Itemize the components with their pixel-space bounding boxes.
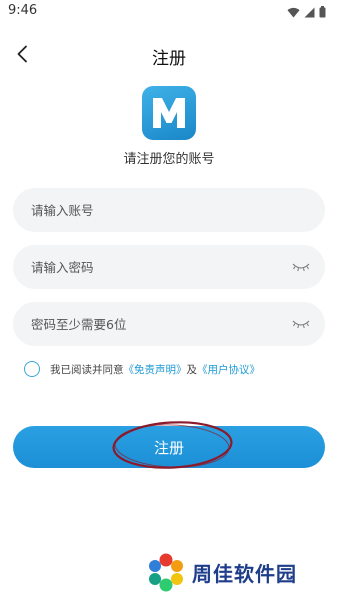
pinwheel-logo-icon (149, 553, 183, 592)
disclaimer-link[interactable]: 《免责声明》 (124, 364, 187, 376)
agreement-text: 我已阅读并同意《免责声明》及《用户协议》 (50, 362, 260, 377)
cellular-signal-icon (304, 7, 315, 17)
wifi-icon (287, 7, 300, 18)
app-logo (142, 86, 196, 140)
register-button[interactable]: 注册 (13, 426, 325, 468)
subtitle: 请注册您的账号 (123, 152, 215, 167)
status-time: 9:46 (8, 3, 38, 18)
account-field (13, 188, 325, 232)
confirm-password-field (13, 302, 325, 346)
register-button-label: 注册 (153, 439, 184, 457)
agreement-conjunction: 及 (186, 363, 198, 376)
page-title: 注册 (152, 49, 186, 69)
m-logo-icon (153, 98, 185, 128)
nav-bar: 注册 (0, 36, 338, 72)
status-bar: 9:46 (0, 0, 338, 26)
status-icons (287, 6, 326, 18)
confirm-password-input[interactable] (31, 302, 271, 346)
agreement-prefix: 我已阅读并同意 (50, 363, 124, 376)
user-agreement-link[interactable]: 《用户协议》 (197, 364, 260, 376)
battery-icon (319, 6, 326, 18)
eye-closed-icon[interactable] (291, 318, 311, 330)
eye-closed-icon[interactable] (291, 261, 311, 273)
agreement-row: 我已阅读并同意《免责声明》及《用户协议》 (24, 360, 260, 378)
agreement-radio[interactable] (24, 361, 40, 377)
watermark: 周佳软件园 (146, 552, 297, 592)
watermark-text: 周佳软件园 (192, 561, 297, 586)
password-input[interactable] (31, 245, 271, 289)
account-input[interactable] (31, 188, 271, 232)
password-field (13, 245, 325, 289)
